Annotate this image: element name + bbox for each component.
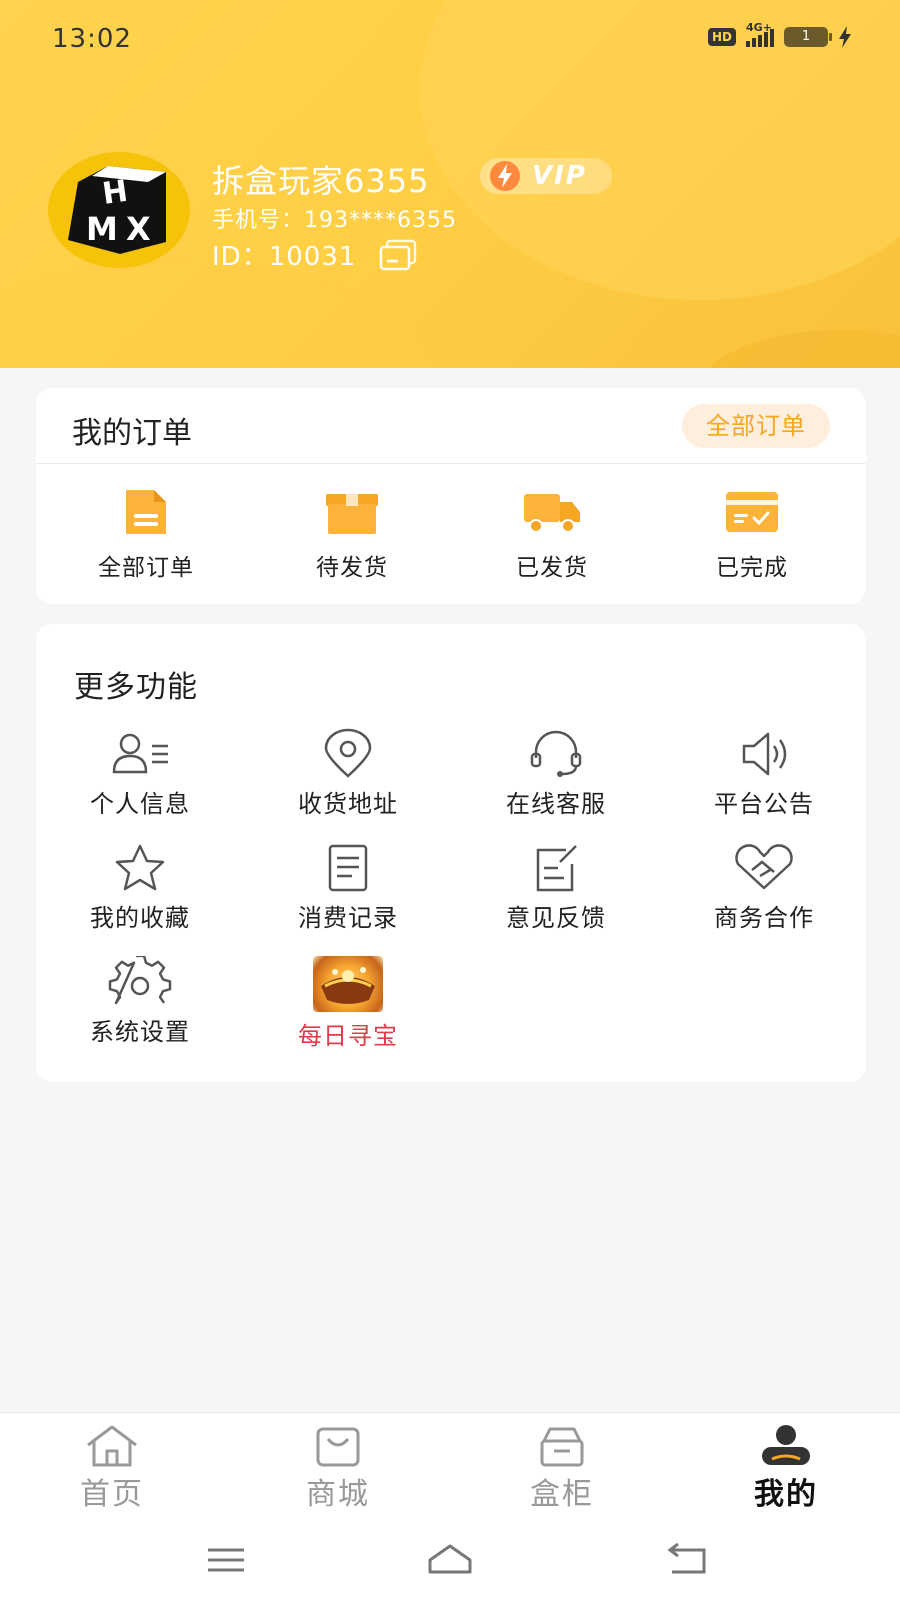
treasure-chest-image [313, 956, 383, 1012]
function-label: 意见反馈 [506, 904, 606, 932]
svg-text:H: H [100, 174, 130, 212]
star-icon [115, 844, 165, 891]
location-pin-icon [324, 728, 372, 778]
function-feedback[interactable]: 意见反馈 [476, 842, 636, 933]
hd-icon: HD [707, 28, 736, 46]
network-label: 4G+ [746, 21, 772, 34]
card-check-icon [726, 492, 778, 532]
function-personal-info[interactable]: 个人信息 [60, 728, 220, 819]
gear-icon [108, 956, 172, 1005]
function-system-settings[interactable]: 系统设置 [60, 956, 220, 1047]
vip-label: VIP [532, 161, 587, 191]
header-decoration [700, 330, 900, 368]
order-status-label: 已完成 [716, 555, 788, 581]
order-status-row: 全部订单 待发货 已发货 已完成 [36, 488, 866, 588]
orders-card: 我的订单 全部订单 全部订单 待发货 已发货 已完成 [36, 388, 866, 604]
svg-text:X: X [126, 210, 151, 248]
function-daily-treasure[interactable]: 每日寻宝 [268, 956, 428, 1051]
orders-header: 我的订单 全部订单 [36, 388, 866, 464]
function-favorites[interactable]: 我的收藏 [60, 842, 220, 933]
function-label: 系统设置 [90, 1018, 190, 1046]
home-nav-icon[interactable] [420, 1538, 480, 1582]
status-icons: HD 4G+ 1 [707, 21, 852, 48]
order-status-all[interactable]: 全部订单 [66, 488, 226, 582]
tab-box-cabinet[interactable]: 盒柜 [492, 1423, 632, 1513]
phone-number: 手机号：193****6355 [212, 208, 457, 233]
status-time: 13:02 [52, 24, 132, 54]
function-label: 商务合作 [714, 904, 814, 932]
user-list-icon [112, 733, 168, 774]
order-status-label: 待发货 [316, 555, 388, 581]
box-cabinet-icon [540, 1427, 584, 1467]
lightning-icon [490, 161, 520, 191]
tab-mine[interactable]: 我的 [716, 1423, 856, 1513]
tab-mall[interactable]: 商城 [268, 1423, 408, 1513]
document-lines-icon [328, 844, 368, 892]
handshake-heart-icon [735, 844, 793, 890]
battery-icon: 1 [784, 27, 832, 47]
order-status-shipped[interactable]: 已发货 [472, 488, 632, 582]
copy-icon[interactable] [378, 239, 418, 271]
function-announcements[interactable]: 平台公告 [684, 728, 844, 819]
tab-home[interactable]: 首页 [42, 1423, 182, 1513]
more-functions-title: 更多功能 [74, 670, 198, 705]
function-label: 我的收藏 [90, 904, 190, 932]
edit-note-icon [536, 845, 577, 892]
headset-icon [530, 730, 582, 777]
orders-title: 我的订单 [72, 416, 192, 451]
order-status-label: 全部订单 [98, 555, 194, 581]
tab-label: 我的 [754, 1477, 818, 1512]
home-icon [87, 1425, 137, 1467]
tab-label: 首页 [80, 1477, 144, 1512]
document-icon [126, 490, 166, 534]
function-spending-records[interactable]: 消费记录 [268, 842, 428, 933]
header-decoration [0, 260, 440, 368]
tab-label: 商城 [306, 1477, 370, 1512]
order-status-pending[interactable]: 待发货 [272, 488, 432, 582]
function-business-cooperation[interactable]: 商务合作 [684, 842, 844, 933]
function-label: 每日寻宝 [298, 1022, 398, 1050]
user-id-row: ID：10031 [212, 236, 418, 273]
user-icon [762, 1425, 810, 1465]
truck-icon [524, 494, 580, 533]
all-orders-button[interactable]: 全部订单 [682, 404, 830, 448]
vip-badge: VIP [480, 158, 612, 194]
treasure-chest-icon [321, 967, 375, 1004]
user-id: ID：10031 [212, 242, 357, 272]
function-label: 消费记录 [298, 904, 398, 932]
order-status-completed[interactable]: 已完成 [672, 488, 832, 582]
charging-icon [839, 26, 851, 48]
speaker-icon [742, 732, 787, 776]
order-status-label: 已发货 [516, 555, 588, 581]
function-label: 平台公告 [714, 790, 814, 818]
back-icon[interactable] [660, 1538, 720, 1582]
username: 拆盒玩家6355 [212, 162, 430, 200]
signal-icon: 4G+ [746, 21, 774, 47]
menu-icon[interactable] [196, 1538, 256, 1582]
avatar-logo-icon: H M X [68, 166, 166, 254]
svg-text:M: M [86, 210, 118, 248]
system-nav-bar [0, 1524, 900, 1600]
profile-header: 13:02 HD 4G+ 1 H M X 拆盒玩家6355 VIP 手机号：19… [0, 0, 900, 368]
status-bar: 13:02 HD 4G+ 1 [0, 0, 900, 80]
function-shipping-address[interactable]: 收货地址 [268, 728, 428, 819]
function-label: 收货地址 [298, 790, 398, 818]
function-label: 个人信息 [90, 790, 190, 818]
function-label: 在线客服 [506, 790, 606, 818]
avatar[interactable]: H M X [48, 152, 190, 268]
tab-label: 盒柜 [530, 1477, 594, 1512]
shopping-bag-icon [316, 1427, 360, 1467]
function-online-support[interactable]: 在线客服 [476, 728, 636, 819]
package-icon [326, 494, 378, 534]
more-functions-card: 更多功能 个人信息 收货地址 在线客服 平台公告 我的收藏 消费记录 意见反馈 … [36, 624, 866, 1082]
bottom-tab-bar: 首页 商城 盒柜 我的 [0, 1412, 900, 1524]
